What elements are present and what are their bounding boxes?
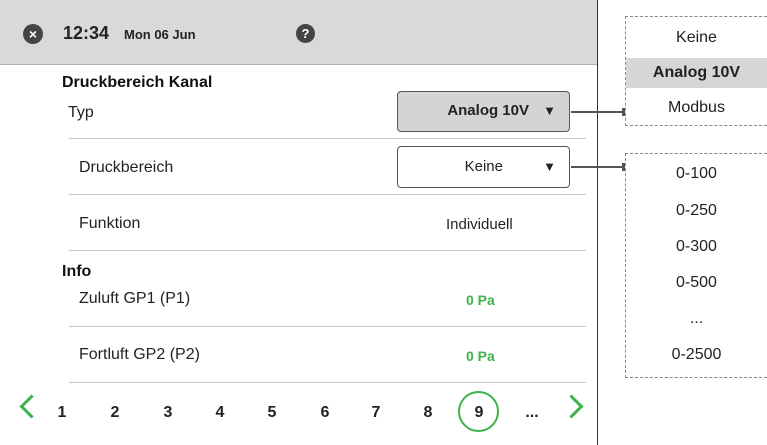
page-6[interactable]: 6 xyxy=(315,404,335,422)
funktion-value: Individuell xyxy=(446,216,513,233)
page-9-active[interactable]: 9 xyxy=(469,404,489,422)
chevron-down-icon: ▼ xyxy=(543,159,556,174)
page-1[interactable]: 1 xyxy=(52,404,72,422)
page-5[interactable]: 5 xyxy=(262,404,282,422)
page-7[interactable]: 7 xyxy=(366,404,386,422)
range-connector-line xyxy=(571,166,628,168)
zuluft-label: Zuluft GP1 (P1) xyxy=(79,290,191,307)
druckbereich-dropdown-value: Keine xyxy=(464,158,503,175)
typ-dropdown-value: Analog 10V xyxy=(447,102,529,119)
druckbereich-dropdown[interactable]: Keine ▼ xyxy=(397,146,570,188)
page-8[interactable]: 8 xyxy=(418,404,438,422)
section-title-info: Info xyxy=(62,263,92,280)
clock-date: Mon 06 Jun xyxy=(124,27,196,42)
range-option-more[interactable]: ... xyxy=(626,307,767,331)
page-3[interactable]: 3 xyxy=(158,404,178,422)
range-option-0-100[interactable]: 0-100 xyxy=(626,162,767,186)
zuluft-value: 0 Pa xyxy=(466,292,495,308)
page-2[interactable]: 2 xyxy=(105,404,125,422)
funktion-label: Funktion xyxy=(79,215,141,232)
typ-option-analog-10v[interactable]: Analog 10V xyxy=(626,58,767,88)
range-option-0-500[interactable]: 0-500 xyxy=(626,271,767,295)
pager-next-icon[interactable] xyxy=(559,394,584,419)
range-option-0-2500[interactable]: 0-2500 xyxy=(626,343,767,367)
typ-label: Typ xyxy=(68,104,94,121)
divider xyxy=(69,138,586,139)
divider xyxy=(69,250,586,251)
pager-prev-icon[interactable] xyxy=(19,394,44,419)
close-icon[interactable]: × xyxy=(23,24,43,44)
range-option-0-300[interactable]: 0-300 xyxy=(626,235,767,259)
help-icon[interactable]: ? xyxy=(296,24,315,43)
typ-option-modbus[interactable]: Modbus xyxy=(626,95,767,121)
divider xyxy=(69,382,586,383)
page-4[interactable]: 4 xyxy=(210,404,230,422)
typ-option-keine[interactable]: Keine xyxy=(626,25,767,51)
fortluft-label: Fortluft GP2 (P2) xyxy=(79,346,200,363)
typ-options-popup: Keine Analog 10V Modbus xyxy=(625,16,767,126)
clock-time: 12:34 xyxy=(63,23,110,43)
divider xyxy=(69,326,586,327)
typ-dropdown[interactable]: Analog 10V ▼ xyxy=(397,91,570,132)
page-more[interactable]: ... xyxy=(517,404,547,422)
header-bar: × 12:34 Mon 06 Jun ? xyxy=(0,0,597,65)
range-options-popup: 0-100 0-250 0-300 0-500 ... 0-2500 xyxy=(625,153,767,378)
typ-connector-line xyxy=(571,111,628,113)
druckbereich-label: Druckbereich xyxy=(79,159,174,176)
fortluft-value: 0 Pa xyxy=(466,348,495,364)
device-screen: × 12:34 Mon 06 Jun ? Druckbereich Kanal … xyxy=(0,0,598,445)
chevron-down-icon: ▼ xyxy=(543,103,556,118)
section-title-pressure: Druckbereich Kanal xyxy=(62,74,213,91)
divider xyxy=(69,194,586,195)
range-option-0-250[interactable]: 0-250 xyxy=(626,199,767,223)
